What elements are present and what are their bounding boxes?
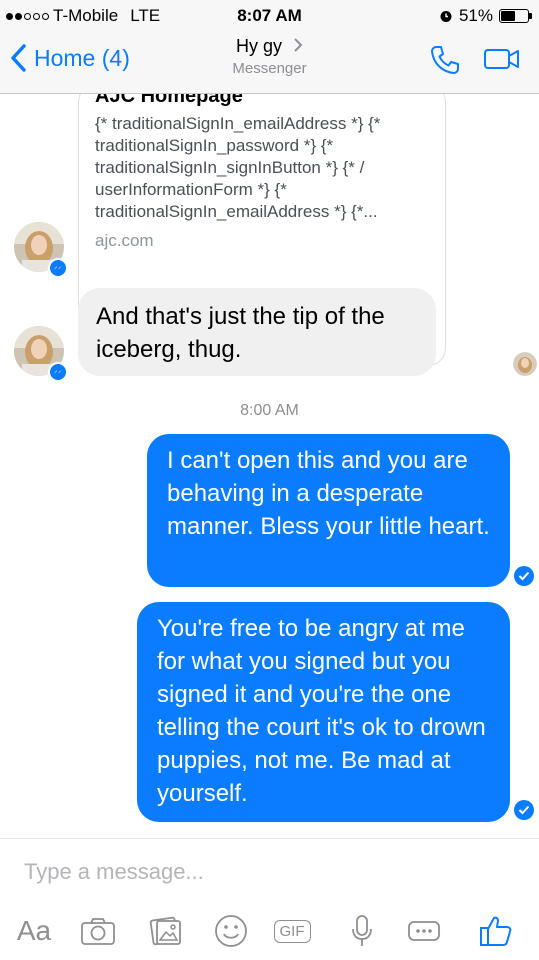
call-actions [429, 44, 521, 76]
message-thread[interactable]: AJC Homepage {* traditionalSignIn_emailA… [0, 94, 539, 838]
photo-gallery-icon[interactable] [146, 911, 186, 951]
delivered-check-icon [514, 800, 534, 820]
sender-avatar[interactable] [14, 222, 70, 278]
video-camera-icon[interactable] [483, 44, 521, 74]
delivered-check-icon [514, 566, 534, 586]
contact-name: Hy gy [235, 36, 282, 56]
outgoing-message[interactable]: I can't open this and you are behaving i… [147, 434, 510, 587]
incoming-message[interactable]: And that's just the tip of the iceberg, … [78, 288, 436, 376]
message-timestamp: 8:00 AM [240, 402, 299, 419]
battery-percent: 51% [458, 6, 493, 25]
navigation-bar: Home (4) Hy gy Messenger [0, 32, 539, 94]
text-format-icon[interactable]: Aa [12, 911, 56, 951]
link-domain: ajc.com [95, 231, 154, 250]
outgoing-message[interactable]: You're free to be angry at me for what y… [137, 602, 510, 822]
thumbs-up-icon[interactable] [474, 911, 518, 951]
gif-label: GIF [273, 919, 311, 943]
messenger-badge-icon [48, 362, 68, 382]
camera-icon[interactable] [78, 911, 118, 951]
more-icon[interactable] [404, 911, 444, 951]
phone-icon[interactable] [429, 44, 461, 76]
battery-icon [499, 9, 532, 23]
sender-avatar[interactable] [14, 326, 70, 382]
chevron-right-icon [294, 38, 303, 52]
messenger-badge-icon [48, 258, 68, 278]
composer-toolbar: Aa GIF [0, 911, 539, 951]
emoji-icon[interactable] [211, 911, 251, 951]
alarm-icon [440, 11, 452, 22]
link-title: AJC Homepage [95, 94, 243, 107]
link-description: {* traditionalSignIn_emailAddress *} {* … [95, 114, 381, 221]
read-receipt-avatar [513, 352, 537, 376]
status-bar: T-Mobile LTE 8:07 AM 51% [0, 0, 539, 32]
message-input[interactable] [24, 859, 504, 885]
message-composer: Aa GIF [0, 838, 539, 960]
status-right: 51% [439, 6, 532, 26]
microphone-icon[interactable] [342, 911, 382, 951]
gif-icon[interactable]: GIF [272, 911, 312, 951]
